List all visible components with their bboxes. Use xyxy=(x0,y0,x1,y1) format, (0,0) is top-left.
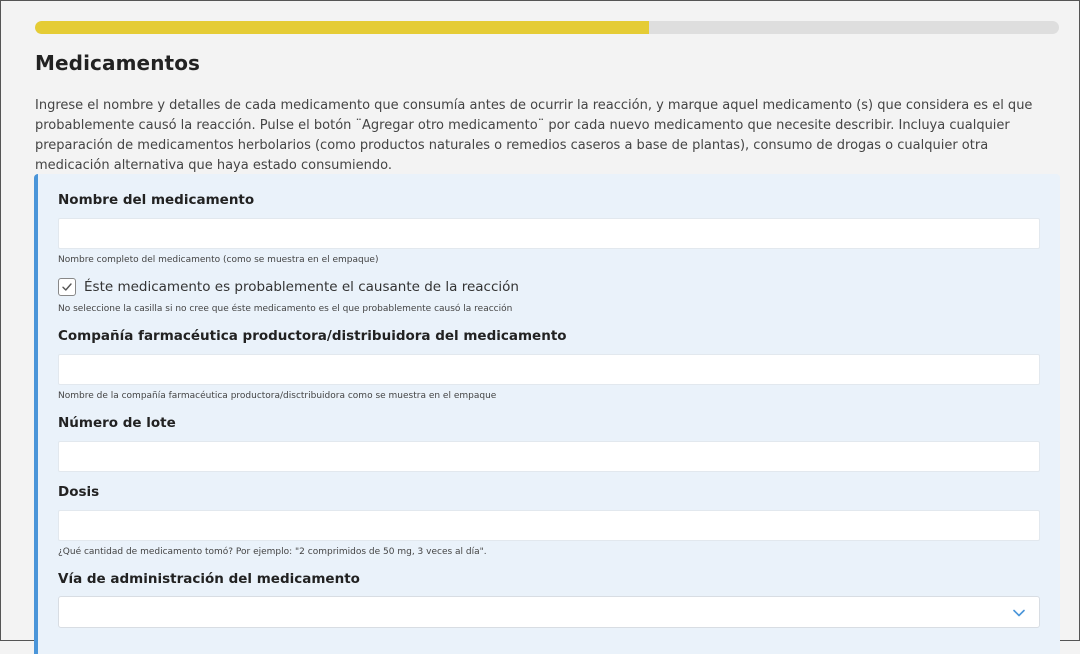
page-title: Medicamentos xyxy=(35,51,201,75)
section-description: Ingrese el nombre y detalles de cada med… xyxy=(35,98,1033,173)
medication-name-input[interactable] xyxy=(58,218,1040,249)
dose-help: ¿Qué cantidad de medicamento tomó? Por e… xyxy=(58,547,487,557)
suspect-checkbox-label[interactable]: Éste medicamento es probablemente el cau… xyxy=(84,279,519,295)
suspect-checkbox[interactable] xyxy=(58,278,76,296)
medication-name-label: Nombre del medicamento xyxy=(58,192,255,208)
chevron-down-icon[interactable] xyxy=(1011,605,1027,621)
progress-bar xyxy=(35,21,1059,34)
check-icon xyxy=(62,283,72,291)
suspect-help: No seleccione la casilla si no cree que … xyxy=(58,304,513,314)
medication-form-card: Nombre del medicamento Nombre completo d… xyxy=(34,174,1060,654)
route-select[interactable] xyxy=(58,596,1040,628)
progress-bar-fill xyxy=(35,21,650,34)
lot-number-input[interactable] xyxy=(58,441,1040,472)
route-label: Vía de administración del medicamento xyxy=(58,571,360,587)
manufacturer-input[interactable] xyxy=(58,354,1040,385)
suspect-checkbox-row[interactable]: Éste medicamento es probablemente el cau… xyxy=(58,278,519,296)
manufacturer-label: Compañía farmacéutica productora/distrib… xyxy=(58,328,567,344)
dose-input[interactable] xyxy=(58,510,1040,541)
medication-name-help: Nombre completo del medicamento (como se… xyxy=(58,255,379,265)
lot-number-label: Número de lote xyxy=(58,415,176,431)
dose-label: Dosis xyxy=(58,484,100,500)
manufacturer-help: Nombre de la compañía farmacéutica produ… xyxy=(58,391,497,401)
